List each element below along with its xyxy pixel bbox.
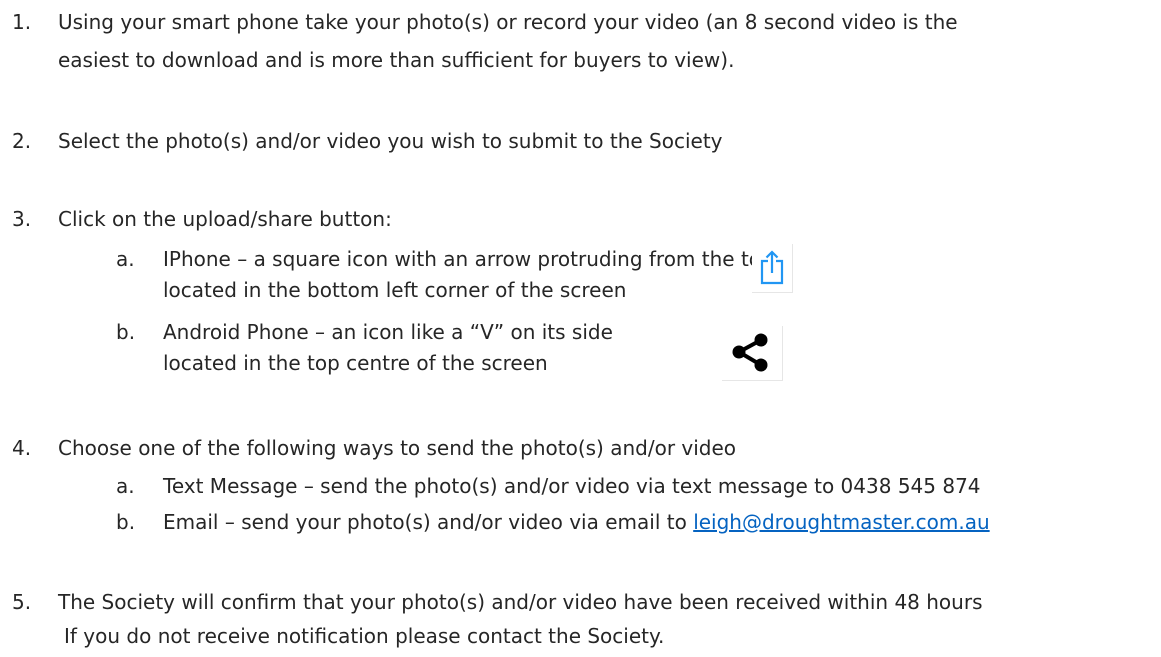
- step-text-line: If you do not receive notification pleas…: [64, 624, 665, 648]
- step-number: 1.: [12, 10, 32, 34]
- step-number: 2.: [12, 129, 32, 153]
- step-text-line: easiest to download and is more than suf…: [58, 48, 735, 72]
- subitem-text-line: IPhone – a square icon with an arrow pro…: [163, 247, 781, 271]
- step-number: 5.: [12, 590, 32, 614]
- step-text-line: The Society will confirm that your photo…: [58, 590, 983, 614]
- subitem-text-line: Android Phone – an icon like a “V” on it…: [163, 320, 613, 344]
- subitem-text-line: located in the bottom left corner of the…: [163, 278, 627, 302]
- android-share-icon: [722, 326, 783, 381]
- step-number: 4.: [12, 436, 32, 460]
- step-text-line: Select the photo(s) and/or video you wis…: [58, 129, 723, 153]
- subitem-text: Email – send your photo(s) and/or video …: [163, 510, 694, 534]
- subitem-letter: a.: [116, 474, 135, 498]
- subitem-letter: b.: [116, 510, 136, 534]
- subitem-text-line: located in the top centre of the screen: [163, 351, 548, 375]
- subitem-letter: b.: [116, 320, 136, 344]
- subitem-text-line: Text Message – send the photo(s) and/or …: [163, 474, 981, 498]
- subitem-letter: a.: [116, 247, 135, 271]
- email-link[interactable]: leigh@droughtmaster.com.au: [693, 510, 989, 534]
- step-text-line: Choose one of the following ways to send…: [58, 436, 737, 460]
- step-text-line: Click on the upload/share button:: [58, 207, 392, 231]
- step-number: 3.: [12, 207, 32, 231]
- ios-share-icon: [752, 244, 793, 293]
- step-text-line: Using your smart phone take your photo(s…: [58, 10, 958, 34]
- subitem-email-line: Email – send your photo(s) and/or video …: [163, 508, 990, 536]
